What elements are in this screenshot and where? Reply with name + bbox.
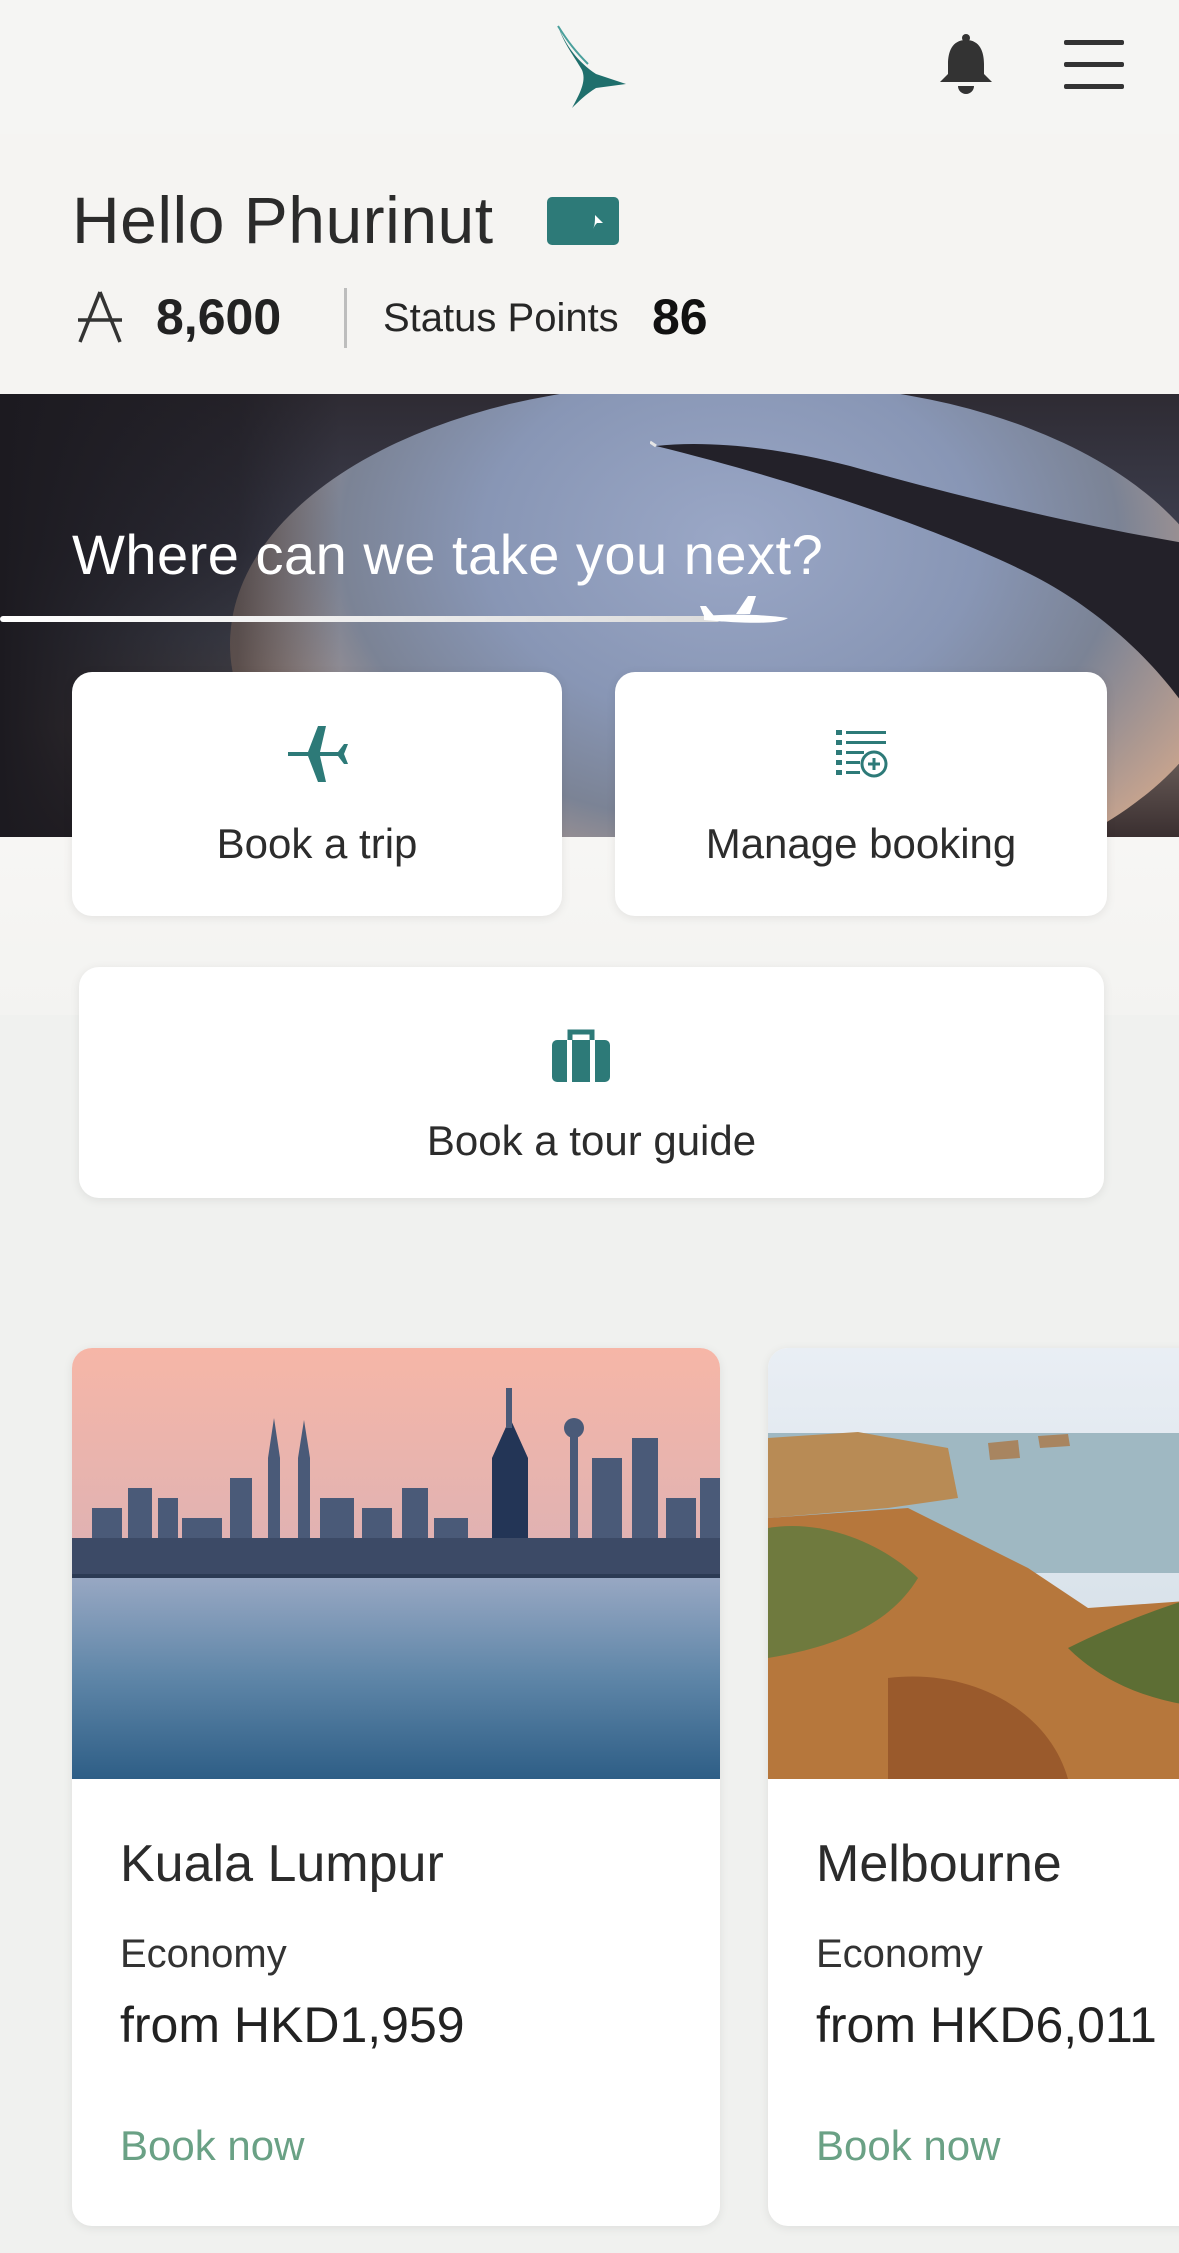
booking-list-icon <box>836 730 888 778</box>
destination-card-kuala-lumpur[interactable]: Kuala Lumpur Economy from HKD1,959 Book … <box>72 1348 720 2226</box>
airplane-icon <box>288 726 348 782</box>
melbourne-photo <box>768 1348 1179 1779</box>
destination-city: Melbourne <box>816 1835 1062 1893</box>
destination-cabin: Economy <box>120 1932 287 1976</box>
destination-card-melbourne[interactable]: Melbourne Economy from HKD6,011 Book now <box>768 1348 1179 2226</box>
manage-booking-label: Manage booking <box>705 820 1017 867</box>
miles-balance: 8,600 <box>156 289 282 345</box>
destination-price: from HKD1,959 <box>120 1997 465 2053</box>
manage-booking-button[interactable]: Manage booking <box>615 672 1107 916</box>
stats-divider <box>344 288 347 348</box>
membership-card-icon[interactable] <box>547 197 619 245</box>
destination-city: Kuala Lumpur <box>120 1835 444 1893</box>
status-points-value: 86 <box>652 289 708 345</box>
hamburger-menu-icon[interactable] <box>1062 36 1126 92</box>
destination-cabin: Economy <box>816 1932 983 1976</box>
hero-progress-line <box>0 616 720 622</box>
book-now-link[interactable]: Book now <box>816 2122 1000 2170</box>
suitcase-icon <box>552 1029 610 1082</box>
plane-icon <box>700 596 788 623</box>
greeting-panel <box>0 134 1179 394</box>
bell-icon[interactable] <box>936 32 996 96</box>
brushwing-logo-icon[interactable] <box>552 22 630 110</box>
top-nav-bar <box>0 0 1179 134</box>
book-trip-button[interactable]: Book a trip <box>72 672 562 916</box>
kuala-lumpur-photo <box>72 1348 720 1779</box>
book-now-link[interactable]: Book now <box>120 2122 304 2170</box>
asia-miles-icon <box>78 291 122 343</box>
greeting-title: Hello Phurinut <box>72 183 494 257</box>
hero-title: Where can we take you next? <box>72 523 824 586</box>
book-trip-label: Book a trip <box>216 820 418 867</box>
destination-price: from HKD6,011 <box>816 1997 1157 2053</box>
status-points-label: Status Points <box>383 296 619 340</box>
book-tour-guide-label: Book a tour guide <box>426 1117 757 1164</box>
